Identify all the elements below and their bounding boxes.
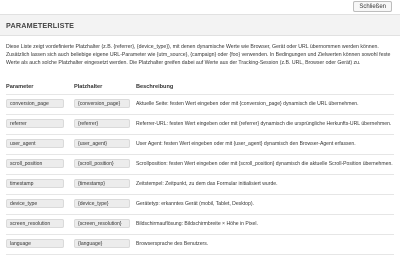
page-title: PARAMETERLISTE: [6, 21, 75, 30]
table-row: scroll_position {scroll_position} Scroll…: [6, 154, 394, 174]
parameter-description: Scrollposition: festen Wert eingeben ode…: [136, 161, 393, 167]
placeholder-token[interactable]: {language}: [74, 239, 130, 248]
parameter-name[interactable]: screen_resolution: [6, 219, 64, 228]
parameter-name[interactable]: device_type: [6, 199, 64, 208]
placeholder-token[interactable]: {screen_resolution}: [74, 219, 130, 228]
parameter-description: Zeitstempel: Zeitpunkt, zu dem das Formu…: [136, 181, 278, 187]
placeholder-token[interactable]: {scroll_position}: [74, 159, 130, 168]
parameter-table: conversion_page {conversion_page} Aktuel…: [6, 94, 394, 255]
close-button[interactable]: Schließen: [353, 1, 392, 12]
column-header-parameter: Parameter: [6, 84, 34, 90]
parameter-description: Aktuelle Seite: festen Wert eingeben ode…: [136, 101, 359, 107]
column-header-placeholder: Platzhalter: [74, 84, 103, 90]
intro-description: Diese Liste zeigt vordefinierte Platzhal…: [6, 44, 391, 67]
table-row: conversion_page {conversion_page} Aktuel…: [6, 94, 394, 114]
parameter-name[interactable]: language: [6, 239, 64, 248]
panel-header: PARAMETERLISTE: [0, 14, 400, 36]
placeholder-token[interactable]: {referrer}: [74, 119, 130, 128]
placeholder-token[interactable]: {conversion_page}: [74, 99, 130, 108]
table-row: timestamp {timestamp} Zeitstempel: Zeitp…: [6, 174, 394, 194]
placeholder-token[interactable]: {user_agent}: [74, 139, 130, 148]
parameter-description: User Agent: festen Wert eingeben oder mi…: [136, 141, 356, 147]
table-row: user_agent {user_agent} User Agent: fest…: [6, 134, 394, 154]
parameter-description: Gerätetyp: erkanntes Gerät (mobil, Table…: [136, 201, 254, 207]
parameter-description: Browsersprache des Benutzers.: [136, 241, 209, 247]
table-header: Parameter Platzhalter Beschreibung: [6, 84, 394, 92]
parameter-name[interactable]: user_agent: [6, 139, 64, 148]
parameter-name[interactable]: scroll_position: [6, 159, 64, 168]
table-row: device_type {device_type} Gerätetyp: erk…: [6, 194, 394, 214]
parameter-name[interactable]: conversion_page: [6, 99, 64, 108]
top-bar: Schließen: [0, 0, 400, 14]
table-row: screen_resolution {screen_resolution} Bi…: [6, 214, 394, 234]
table-row: referrer {referrer} Referrer-URL: festen…: [6, 114, 394, 134]
column-header-description: Beschreibung: [136, 84, 174, 90]
parameter-description: Bildschirmauflösung: Bildschirmbreite × …: [136, 221, 258, 227]
parameter-description: Referrer-URL: festen Wert eingeben oder …: [136, 121, 392, 127]
placeholder-token[interactable]: {timestamp}: [74, 179, 130, 188]
placeholder-token[interactable]: {device_type}: [74, 199, 130, 208]
table-row: language {language} Browsersprache des B…: [6, 234, 394, 255]
parameter-name[interactable]: timestamp: [6, 179, 64, 188]
parameter-name[interactable]: referrer: [6, 119, 64, 128]
